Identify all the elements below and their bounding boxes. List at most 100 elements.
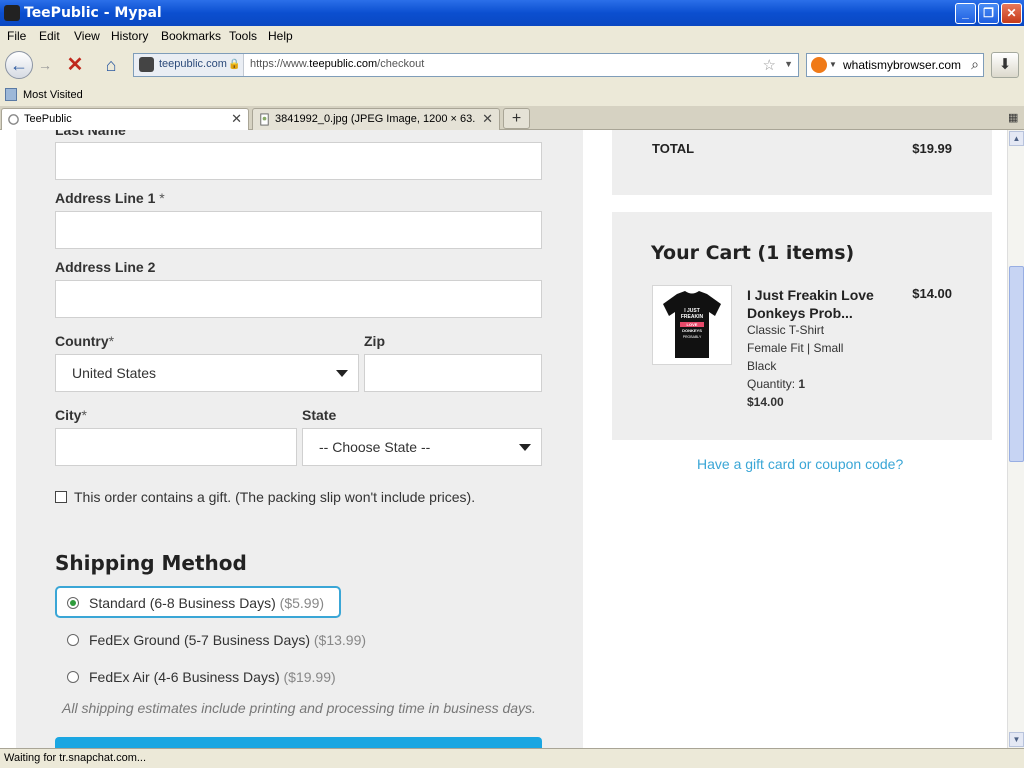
title-bar: TeePublic - Mypal _ ❐ ✕	[0, 0, 1024, 26]
search-bar[interactable]: ▼ whatismybrowser.com ⌕	[806, 53, 984, 77]
chevron-down-icon	[336, 370, 348, 377]
address1-label-text: Address Line 1	[55, 190, 156, 206]
last-name-label: Last Name	[55, 130, 126, 138]
continue-button[interactable]	[55, 737, 542, 748]
bookmarks-bar: Most Visited	[0, 84, 1024, 106]
tab-teepublic[interactable]: TeePublic ✕	[1, 108, 249, 131]
menu-history[interactable]: History	[111, 29, 148, 43]
url-prefix: https://www.	[250, 58, 310, 70]
window-title: TeePublic - Mypal	[24, 5, 162, 21]
shipping-option-label: FedEx Ground (5-7 Business Days) ($13.99…	[89, 632, 366, 648]
address2-label: Address Line 2	[55, 259, 156, 275]
tab-label: 3841992_0.jpg (JPEG Image, 1200 × 63...	[275, 113, 475, 125]
back-button[interactable]: ←	[5, 51, 33, 79]
scroll-up-icon[interactable]: ▲	[1009, 131, 1024, 146]
state-value: -- Choose State --	[319, 439, 431, 455]
plus-icon: +	[511, 110, 522, 127]
shipping-radio-fedex-ground[interactable]	[67, 634, 79, 646]
shipping-option-name: FedEx Ground (5-7 Business Days)	[89, 632, 310, 648]
tab-jpeg-image[interactable]: 3841992_0.jpg (JPEG Image, 1200 × 63... …	[252, 108, 500, 130]
city-label-text: City	[55, 407, 82, 423]
shipping-radio-standard[interactable]	[67, 597, 79, 609]
bookmark-folder-icon	[5, 88, 17, 101]
forward-button[interactable]: →	[36, 56, 54, 74]
scrollbar-thumb[interactable]	[1009, 266, 1024, 462]
minimize-button[interactable]: _	[955, 3, 976, 24]
loading-icon	[8, 114, 19, 125]
page-scrollbar[interactable]: ▲ ▼	[1007, 130, 1024, 748]
search-icon[interactable]: ⌕	[971, 56, 979, 73]
coupon-link[interactable]: Have a gift card or coupon code?	[697, 456, 903, 472]
shirt-text-line: LOVE	[687, 322, 698, 327]
menu-edit[interactable]: Edit	[39, 29, 60, 43]
shipping-option-standard[interactable]: Standard (6-8 Business Days) ($5.99)	[55, 586, 341, 618]
cart-title: Your Cart (1 items)	[651, 242, 855, 264]
maximize-button[interactable]: ❐	[978, 3, 999, 24]
menu-help[interactable]: Help	[268, 29, 293, 43]
tab-list-icon[interactable]: ▦	[1008, 111, 1018, 124]
image-file-icon	[260, 113, 269, 126]
forward-arrow-icon: →	[38, 57, 52, 73]
search-query[interactable]: whatismybrowser.com	[843, 58, 961, 72]
site-favicon-icon	[139, 57, 154, 72]
shipping-option-name: Standard (6-8 Business Days)	[89, 595, 276, 611]
home-button[interactable]: ⌂	[98, 54, 124, 78]
address2-field[interactable]	[55, 280, 542, 318]
cart-item-price: $14.00	[912, 286, 952, 301]
lock-icon: 🔒	[228, 59, 241, 70]
most-visited-bookmark[interactable]: Most Visited	[23, 89, 83, 101]
navigation-bar: ← → ✕ ⌂ teepublic.com 🔒 https://www.teep…	[0, 46, 1024, 84]
country-label: Country*	[55, 333, 114, 349]
url-dropdown-icon[interactable]: ▼	[784, 59, 793, 69]
chevron-down-icon	[519, 444, 531, 451]
gift-checkbox[interactable]	[55, 491, 67, 503]
city-field[interactable]	[55, 428, 297, 466]
product-thumbnail[interactable]: I JUST FREAKIN LOVE DONKEYS PROBABLY	[652, 285, 732, 365]
last-name-field[interactable]	[55, 142, 542, 180]
close-window-button[interactable]: ✕	[1001, 3, 1022, 24]
cart-panel: Your Cart (1 items) I JUST FREAKIN LOVE …	[612, 212, 992, 440]
address1-label: Address Line 1 *	[55, 190, 165, 206]
back-arrow-icon: ←	[10, 55, 28, 75]
cart-item-fit: Female Fit | Small	[747, 341, 844, 355]
address-bar[interactable]: teepublic.com 🔒 https://www.teepublic.co…	[133, 53, 799, 77]
shipping-option-fedex-ground[interactable]: FedEx Ground (5-7 Business Days) ($13.99…	[55, 623, 415, 655]
engine-dropdown-icon[interactable]: ▼	[829, 60, 837, 69]
tab-close-icon[interactable]: ✕	[231, 111, 242, 127]
shipping-option-price: ($5.99)	[279, 595, 325, 611]
cart-item-quantity: Quantity: 1	[747, 377, 805, 391]
state-select[interactable]: -- Choose State --	[302, 428, 542, 466]
bookmark-star-icon[interactable]: ☆	[763, 56, 776, 74]
menu-file[interactable]: File	[7, 29, 26, 43]
city-label: City*	[55, 407, 87, 423]
shirt-text-line: FREAKIN	[681, 314, 704, 320]
menu-tools[interactable]: Tools	[229, 29, 257, 43]
search-engine-icon[interactable]	[811, 57, 827, 73]
address1-field[interactable]	[55, 211, 542, 249]
shipping-radio-fedex-air[interactable]	[67, 671, 79, 683]
zip-field[interactable]	[364, 354, 542, 392]
cart-item-color: Black	[747, 359, 777, 373]
scroll-down-icon[interactable]: ▼	[1009, 732, 1024, 747]
menu-bookmarks[interactable]: Bookmarks	[161, 29, 221, 43]
new-tab-button[interactable]: +	[503, 108, 530, 129]
shipping-option-price: ($19.99)	[283, 669, 336, 685]
country-select[interactable]: United States	[55, 354, 359, 392]
stop-button[interactable]: ✕	[62, 54, 88, 78]
site-identity-button[interactable]: teepublic.com 🔒	[134, 54, 244, 76]
menu-bar: File Edit View History Bookmarks Tools H…	[0, 26, 1024, 46]
cart-item-name[interactable]: I Just Freakin Love Donkeys Prob...	[747, 286, 897, 322]
required-marker: *	[155, 190, 165, 206]
country-label-text: Country	[55, 333, 109, 349]
shipping-estimate-note: All shipping estimates include printing …	[62, 700, 536, 716]
url-path: /checkout	[377, 58, 425, 70]
downloads-button[interactable]: ⬇	[991, 52, 1019, 78]
shirt-text-line: DONKEYS	[682, 328, 702, 333]
zip-label: Zip	[364, 333, 385, 349]
tshirt-icon: I JUST FREAKIN LOVE DONKEYS PROBABLY	[663, 291, 721, 358]
browser-logo-icon	[4, 5, 20, 21]
url-text[interactable]: https://www.teepublic.com/checkout	[250, 58, 424, 70]
menu-view[interactable]: View	[74, 29, 100, 43]
shipping-option-fedex-air[interactable]: FedEx Air (4-6 Business Days) ($19.99)	[55, 660, 415, 692]
tab-close-icon[interactable]: ✕	[482, 111, 493, 127]
